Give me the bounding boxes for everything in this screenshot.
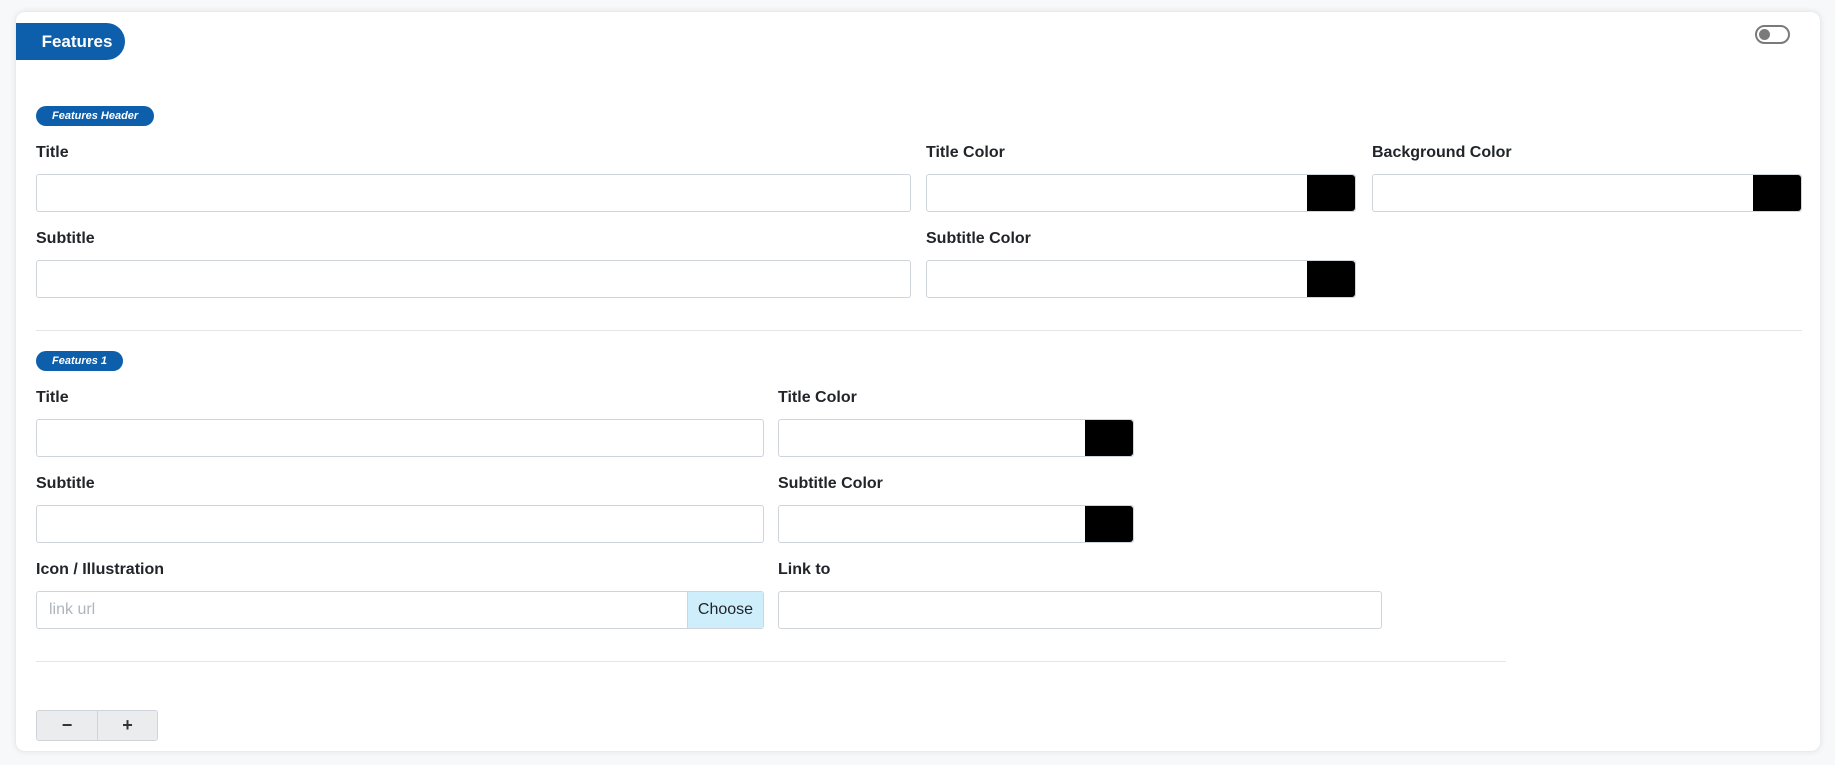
section-badge-features-header: Features Header [36, 106, 155, 126]
header-background-color-label: Background Color [1372, 144, 1512, 161]
section-badge-features-1: Features 1 [36, 351, 124, 371]
feature-title-color-input[interactable] [778, 419, 1134, 457]
toggle-knob [1759, 29, 1770, 40]
feature-divider [36, 661, 1506, 662]
header-subtitle-color-swatch[interactable] [1307, 261, 1355, 297]
header-background-color-swatch[interactable] [1753, 175, 1801, 211]
feature-title-color-label: Title Color [778, 389, 857, 406]
header-title-color-label: Title Color [926, 144, 1005, 161]
choose-button[interactable]: Choose [687, 592, 763, 628]
header-subtitle-input[interactable] [36, 260, 911, 298]
header-background-color-input[interactable] [1372, 174, 1802, 212]
header-title-color-input[interactable] [926, 174, 1356, 212]
header-subtitle-color-input[interactable] [926, 260, 1356, 298]
card-title-pill: Features [16, 23, 125, 60]
features-card: Features Features Header Title Title Col… [15, 11, 1821, 752]
feature-title-color-swatch[interactable] [1085, 420, 1133, 456]
header-title-input[interactable] [36, 174, 911, 212]
feature-link-input[interactable] [778, 591, 1382, 629]
header-subtitle-color-label: Subtitle Color [926, 230, 1031, 247]
add-feature-button[interactable]: + [97, 711, 157, 740]
feature-subtitle-color-input[interactable] [778, 505, 1134, 543]
card-title: Features [41, 31, 113, 51]
header-subtitle-label: Subtitle [36, 230, 95, 247]
feature-subtitle-color-label: Subtitle Color [778, 475, 883, 492]
feature-title-label: Title [36, 389, 69, 406]
remove-feature-button[interactable]: − [37, 711, 97, 740]
section-badge-label: Features 1 [52, 355, 108, 367]
enable-toggle[interactable] [1755, 25, 1790, 44]
feature-icon-url-input[interactable]: link url Choose [36, 591, 764, 629]
header-title-color-swatch[interactable] [1307, 175, 1355, 211]
section-badge-label: Features Header [52, 110, 139, 122]
section-divider [36, 330, 1802, 331]
header-title-label: Title [36, 144, 69, 161]
feature-icon-placeholder: link url [49, 601, 96, 618]
feature-subtitle-input[interactable] [36, 505, 764, 543]
feature-title-input[interactable] [36, 419, 764, 457]
feature-icon-label: Icon / Illustration [36, 561, 165, 578]
feature-link-label: Link to [778, 561, 831, 578]
feature-subtitle-color-swatch[interactable] [1085, 506, 1133, 542]
feature-subtitle-label: Subtitle [36, 475, 95, 492]
feature-count-stepper: − + [36, 710, 158, 741]
